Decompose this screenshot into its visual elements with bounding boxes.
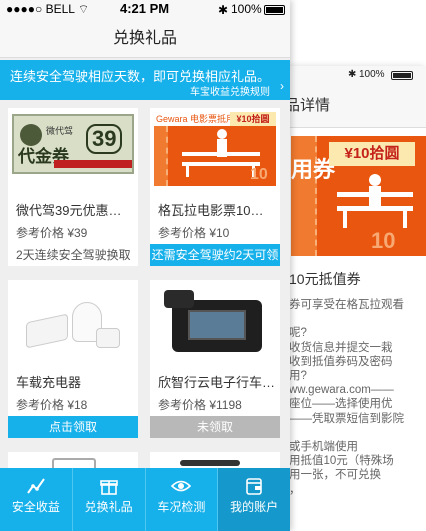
desc-line: ww.gewara.com—— <box>289 384 394 397</box>
gift-image: Gewara 电影票抵用券 ¥10拾圆 10 <box>150 108 280 193</box>
gift-name: 微代驾39元优惠券，兑换 <box>16 203 134 218</box>
page-title: 兑换礼品 <box>0 20 290 58</box>
gift-card[interactable]: 微代驾 代金券 39 微代驾39元优惠券，兑换 参考价格 ¥39 2天连续安全驾… <box>8 108 138 266</box>
desc-line: 座位——选择使用优 <box>289 398 393 411</box>
movie-coupon-graphic: Gewara 电影票抵用券 ¥10拾圆 10 <box>154 112 276 186</box>
car-charger-graphic <box>26 298 122 354</box>
desc-line <box>289 426 426 440</box>
cable-graphic <box>180 460 240 466</box>
back-battery-percent: 100% <box>359 69 385 80</box>
detail-title: 10元抵值券 <box>289 271 361 287</box>
voucher-graphic: 微代驾 代金券 39 <box>12 114 134 174</box>
coupon-tag: ¥10拾圆 <box>230 112 276 126</box>
gift-card[interactable]: 欣智行云电子行车记录仪 参考价格 ¥1198 未领取 <box>150 280 280 438</box>
desc-line: 或手机端使用 <box>289 441 358 454</box>
gift-name: 车载充电器 <box>16 375 82 390</box>
tab-label: 我的账户 <box>230 500 279 514</box>
gift-price: 参考价格 ¥39 <box>16 226 88 240</box>
desc-line: ——凭取票短信到影院 <box>289 412 404 425</box>
tab-label: 安全收益 <box>11 500 60 514</box>
gift-requirement: 2天连续安全驾驶换取 <box>16 248 131 262</box>
tab-label: 兑换礼品 <box>84 500 133 514</box>
desc-line: 用抵值10元（特殊场 <box>289 455 394 468</box>
coupon-watermark: 10 <box>250 166 268 183</box>
gift-list-screen: ●●●●○ BELL ︎⌔ 4:21 PM ✱ 100% 兑换礼品 连续安全驾驶… <box>0 0 290 531</box>
wallet-icon <box>246 478 262 495</box>
desc-line: 收到抵值券码及密码 <box>289 355 393 368</box>
tab-safety-earnings[interactable]: 安全收益 <box>0 468 72 531</box>
gift-name: 欣智行云电子行车记录仪 <box>158 375 276 390</box>
tab-redeem-gifts[interactable]: 兑换礼品 <box>71 468 145 531</box>
bluetooth-icon: ✱ <box>218 3 229 17</box>
battery-icon <box>264 5 285 15</box>
desc-line <box>289 312 426 326</box>
trend-chart-icon <box>27 478 45 494</box>
gift-price: 参考价格 ¥18 <box>16 398 88 412</box>
rules-link[interactable]: 车宝收益兑换规则 <box>190 83 270 98</box>
gift-card[interactable]: 车载充电器 参考价格 ¥18 点击领取 <box>8 280 138 438</box>
detail-coupon-tag: ¥10拾圆 <box>329 142 415 166</box>
gift-price: 参考价格 ¥10 <box>158 226 230 240</box>
gift-name: 格瓦拉电影票10元抵值券 <box>158 203 276 218</box>
rules-banner[interactable]: 连续安全驾驶相应天数，即可兑换相应礼品。 车宝收益兑换规则 › <box>0 60 290 100</box>
gift-image <box>8 280 138 365</box>
desc-line: 用? <box>289 370 307 383</box>
battery-percent: 100% <box>231 2 262 16</box>
gift-card[interactable]: Gewara 电影票抵用券 ¥10拾圆 10 格瓦拉电影票10元抵值券 参考价格… <box>150 108 280 266</box>
desc-line: ， <box>289 483 301 496</box>
tab-label: 车况检测 <box>157 500 206 514</box>
chevron-right-icon: › <box>280 79 284 93</box>
voucher-logo: 微代驾 <box>46 126 74 136</box>
desc-line: 呢? <box>289 327 307 340</box>
bench-illustration-icon <box>337 174 413 228</box>
desc-line: 收货信息并提交一栽 <box>289 341 393 354</box>
unclaimed-button[interactable]: 未领取 <box>150 416 280 438</box>
eye-icon <box>171 480 192 492</box>
gift-price: 参考价格 ¥1198 <box>158 398 242 412</box>
claim-status-button[interactable]: 还需安全驾驶约2天可领 <box>150 244 280 266</box>
desc-line: 券可享受在格瓦拉观看 <box>289 299 404 311</box>
gift-icon <box>99 480 118 495</box>
detail-coupon-ten: 10 <box>371 228 396 253</box>
claim-button[interactable]: 点击领取 <box>8 416 138 438</box>
desc-line: 用一张，不可兑换 <box>289 469 381 482</box>
detail-coupon-image: 用券 ¥10拾圆 10 <box>291 136 426 256</box>
status-bar: ●●●●○ BELL ︎⌔ 4:21 PM ✱ 100% <box>0 0 290 20</box>
carrier-label: ●●●●○ BELL ︎⌔ <box>6 2 90 16</box>
gift-image <box>150 280 280 365</box>
dashcam-graphic <box>164 290 266 360</box>
battery-icon <box>391 71 413 80</box>
tab-vehicle-check[interactable]: 车况检测 <box>144 468 218 531</box>
detail-description: 券可享受在格瓦拉观看 呢? 收货信息并提交一栽 收到抵值券码及密码 用? ww.… <box>289 298 426 497</box>
clock: 4:21 PM <box>120 1 170 16</box>
bluetooth-icon: ✱ <box>348 69 357 80</box>
tab-my-account[interactable]: 我的账户 <box>217 468 290 531</box>
tab-bar: 安全收益 兑换礼品 车况检测 我的账户 <box>0 468 290 531</box>
voucher-value: 39 <box>86 124 123 154</box>
gift-image: 微代驾 代金券 39 <box>8 108 138 193</box>
